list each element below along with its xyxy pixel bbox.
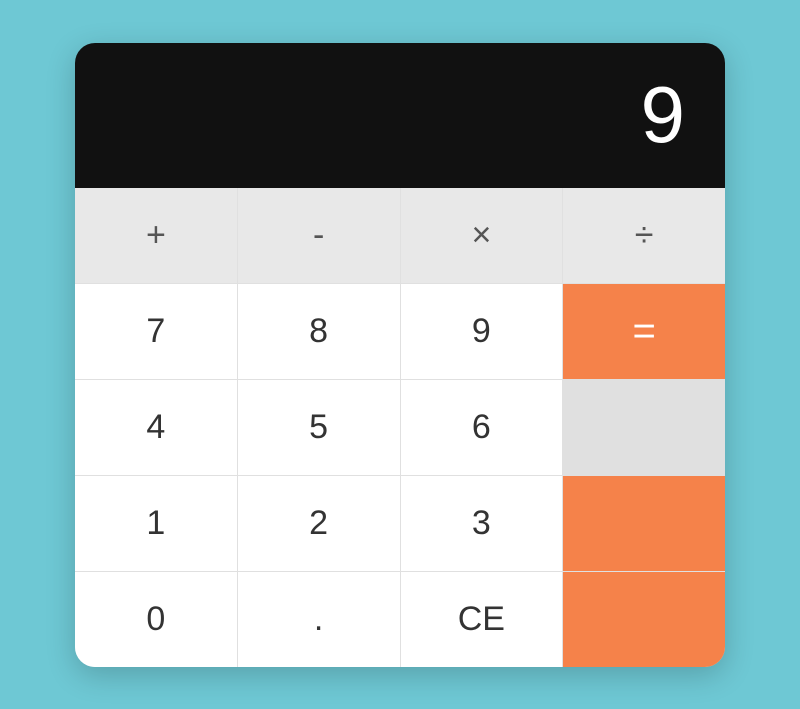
orange-empty-button-2[interactable] xyxy=(563,572,725,667)
multiply-button[interactable]: × xyxy=(401,188,563,283)
ce-button[interactable]: CE xyxy=(401,572,563,667)
zero-button[interactable]: 0 xyxy=(75,572,237,667)
minus-button[interactable]: - xyxy=(238,188,400,283)
one-button[interactable]: 1 xyxy=(75,476,237,571)
orange-empty-button[interactable] xyxy=(563,476,725,571)
three-button[interactable]: 3 xyxy=(401,476,563,571)
eight-button[interactable]: 8 xyxy=(238,284,400,379)
plus-button[interactable]: + xyxy=(75,188,237,283)
two-button[interactable]: 2 xyxy=(238,476,400,571)
four-button[interactable]: 4 xyxy=(75,380,237,475)
nine-button[interactable]: 9 xyxy=(401,284,563,379)
dot-button[interactable]: . xyxy=(238,572,400,667)
five-button[interactable]: 5 xyxy=(238,380,400,475)
buttons-grid: + - × ÷ 7 8 9 = 4 5 6 1 2 3 0 . CE xyxy=(75,188,725,667)
equals-button[interactable]: = xyxy=(563,284,725,379)
six-button[interactable]: 6 xyxy=(401,380,563,475)
display-value: 9 xyxy=(641,69,686,161)
seven-button[interactable]: 7 xyxy=(75,284,237,379)
divide-button[interactable]: ÷ xyxy=(563,188,725,283)
calculator: 9 + - × ÷ 7 8 9 = 4 5 6 1 2 3 0 . CE xyxy=(75,43,725,667)
display: 9 xyxy=(75,43,725,188)
